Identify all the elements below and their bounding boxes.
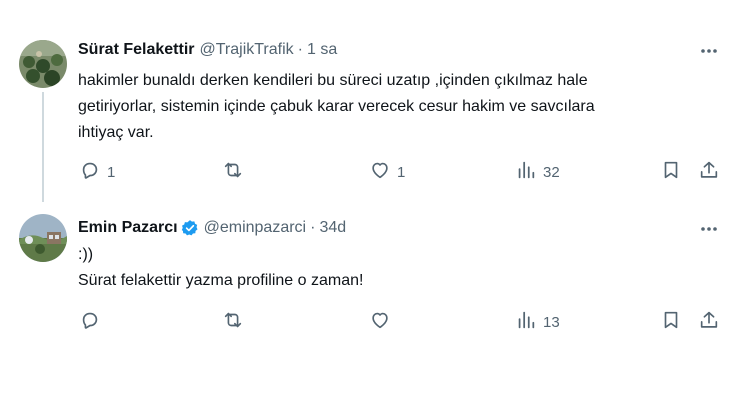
views-icon	[515, 159, 537, 186]
share-button[interactable]	[698, 310, 720, 334]
tweet-1[interactable]: Sürat Felakettir @TrajikTrafik · 1 sa ha…	[0, 0, 730, 202]
author-name[interactable]: Sürat Felakettir	[78, 40, 194, 60]
bookmark-button[interactable]	[660, 160, 682, 184]
separator: ·	[310, 219, 316, 236]
views-button[interactable]: 13	[515, 310, 560, 334]
share-button[interactable]	[698, 160, 720, 184]
avatar[interactable]	[19, 40, 67, 88]
views-count: 32	[543, 163, 560, 181]
like-icon	[369, 159, 391, 186]
author-name[interactable]: Emin Pazarcı	[78, 218, 178, 238]
thread-line	[42, 92, 44, 202]
timestamp[interactable]: 1 sa	[307, 40, 337, 60]
separator: ·	[297, 41, 303, 58]
author-handle[interactable]: @eminpazarci	[204, 218, 307, 238]
retweet-icon	[222, 309, 244, 336]
views-icon	[515, 309, 537, 336]
more-icon[interactable]	[698, 41, 720, 61]
author-handle[interactable]: @TrajikTrafik	[199, 40, 293, 60]
bookmark-icon	[660, 309, 682, 336]
like-button[interactable]: 1	[369, 160, 405, 184]
bookmark-icon	[660, 159, 682, 186]
like-icon	[369, 309, 391, 336]
retweet-button[interactable]	[222, 310, 244, 334]
views-button[interactable]: 32	[515, 160, 560, 184]
avatar[interactable]	[19, 214, 67, 262]
verified-badge-icon	[181, 219, 199, 237]
tweet-2[interactable]: Emin Pazarcı @eminpazarci · 34d :)) Süra…	[0, 200, 730, 400]
share-icon	[698, 309, 720, 336]
retweet-button[interactable]	[222, 160, 244, 184]
reply-button[interactable]	[79, 310, 101, 334]
tweet-text: :)) Sürat felakettir yazma profiline o z…	[78, 246, 364, 289]
tweet-text: hakimler bunaldı derken kendileri bu sür…	[78, 72, 595, 141]
tweet-header: Sürat Felakettir @TrajikTrafik · 1 sa	[78, 40, 337, 60]
reply-button[interactable]: 1	[79, 160, 115, 184]
reply-icon	[79, 309, 101, 336]
more-icon[interactable]	[698, 219, 720, 239]
reply-count: 1	[107, 163, 116, 181]
timestamp[interactable]: 34d	[319, 218, 346, 238]
tweet-header: Emin Pazarcı @eminpazarci · 34d	[78, 218, 346, 238]
bookmark-button[interactable]	[660, 310, 682, 334]
like-button[interactable]	[369, 310, 391, 334]
reply-icon	[79, 159, 101, 186]
like-count: 1	[397, 163, 406, 181]
views-count: 13	[543, 313, 560, 331]
share-icon	[698, 159, 720, 186]
retweet-icon	[222, 159, 244, 186]
